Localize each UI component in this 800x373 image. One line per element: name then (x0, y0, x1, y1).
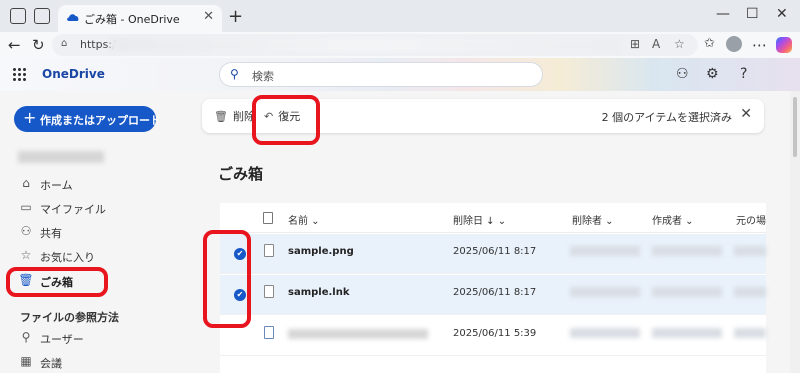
favorites-icon[interactable]: ✩ (704, 36, 715, 51)
column-label: 作成者 (652, 216, 682, 227)
maximize-button[interactable]: ☐ (746, 6, 759, 22)
profile-avatar[interactable] (726, 36, 742, 52)
deleted-date: 2025/06/11 8:17 (453, 246, 537, 257)
browser-tab[interactable]: ごみ箱 - OneDrive ✕ (58, 5, 222, 32)
file-link-icon (264, 285, 274, 298)
sidebar: + 作成またはアップロード ⌂ ホーム ▭ マイファイル ⚇ 共有 ☆ お気に入… (0, 91, 176, 373)
annotation-selection-highlight (203, 230, 251, 328)
sidebar-item-label: マイファイル (40, 203, 106, 216)
column-header-deleted-date[interactable]: 削除日 ↓ ⌄ (453, 212, 506, 227)
search-input[interactable]: ⚲ 検索 (220, 63, 542, 86)
file-name[interactable]: sample.png (288, 246, 354, 257)
app-brand[interactable]: OneDrive (42, 67, 105, 81)
site-info-icon[interactable]: ⌂ (61, 38, 67, 49)
new-tab-button[interactable]: + (228, 6, 243, 27)
sidebar-item-label: 共有 (40, 227, 62, 240)
trash-icon: 🗑 (214, 110, 228, 123)
workspaces-icon[interactable] (10, 8, 26, 24)
url-redacted (110, 38, 620, 52)
account-name-redacted (18, 151, 104, 163)
browser-toolbar: ← ↻ ⌂ https:/ ⊞ A ☆ ✩ ⋯ (0, 32, 800, 58)
column-label: 元の場 (736, 216, 766, 227)
delete-button[interactable]: 🗑 削除 (214, 108, 255, 124)
premium-icon[interactable]: ⚇ (676, 66, 689, 82)
selection-count: 2 個のアイテムを選択済み (601, 111, 732, 124)
created-by-redacted (652, 287, 722, 297)
table-row[interactable]: 2025/06/11 5:39 (220, 316, 766, 356)
table-row[interactable]: ✔ sample.png 2025/06/11 8:17 (220, 234, 766, 274)
deleted-by-redacted (570, 328, 640, 338)
search-placeholder: 検索 (252, 70, 274, 83)
more-menu-icon[interactable]: ⋯ (752, 36, 767, 54)
minimize-button[interactable]: — (716, 6, 730, 22)
file-list: 名前 ⌄ 削除日 ↓ ⌄ 削除者 ⌄ 作成者 ⌄ 元の場 ✔ sample.pn… (220, 203, 766, 373)
home-icon: ⌂ (22, 176, 30, 190)
deleted-by-redacted (570, 246, 640, 256)
create-upload-label: 作成またはアップロード (40, 114, 161, 127)
sidebar-item-label: 会議 (40, 357, 62, 370)
vertical-scrollbar[interactable] (790, 91, 800, 373)
help-icon[interactable]: ? (740, 66, 747, 82)
tab-actions-icon[interactable] (34, 8, 50, 24)
column-header-original-location[interactable]: 元の場 (736, 212, 766, 227)
file-name-redacted (288, 329, 428, 339)
close-window-button[interactable]: ✕ (776, 6, 788, 22)
plus-icon: + (23, 108, 37, 127)
column-label: 名前 (288, 216, 308, 227)
settings-gear-icon[interactable]: ⚙ (706, 66, 719, 82)
refresh-icon[interactable]: ↻ (32, 36, 45, 54)
column-label: 削除者 (572, 216, 602, 227)
app-launcher-icon[interactable] (12, 67, 26, 81)
back-icon[interactable]: ← (8, 36, 21, 54)
star-icon: ☆ (20, 248, 32, 262)
create-upload-button[interactable]: + 作成またはアップロード (14, 106, 161, 132)
section-title: ファイルの参照方法 (20, 311, 119, 324)
location-redacted (734, 246, 766, 256)
search-icon: ⚲ (230, 67, 239, 81)
list-header: 名前 ⌄ 削除日 ↓ ⌄ 削除者 ⌄ 作成者 ⌄ 元の場 (220, 203, 766, 233)
tab-title: ごみ箱 - OneDrive (84, 13, 180, 26)
calendar-icon: ▦ (20, 354, 32, 368)
column-header-deleted-by[interactable]: 削除者 ⌄ (572, 212, 614, 227)
favorite-star-icon[interactable]: ☆ (674, 37, 685, 51)
address-bar[interactable]: ⌂ https:/ ⊞ A ☆ (52, 34, 698, 56)
person-icon: ⚲ (21, 330, 31, 344)
annotation-restore-highlight (252, 95, 320, 145)
deleted-date: 2025/06/11 8:17 (453, 287, 537, 298)
deleted-by-redacted (570, 287, 640, 297)
location-redacted (734, 328, 766, 338)
read-aloud-icon[interactable]: A (652, 37, 660, 51)
annotation-recycle-bin-highlight (6, 267, 108, 297)
scrollbar-thumb[interactable] (793, 97, 797, 157)
people-icon: ⚇ (20, 224, 32, 238)
file-type-header-icon[interactable] (263, 212, 273, 224)
created-by-redacted (652, 246, 722, 256)
file-image-icon (264, 326, 274, 339)
location-redacted (734, 287, 766, 297)
table-row[interactable]: ✔ sample.lnk 2025/06/11 8:17 (220, 275, 766, 315)
app-header: OneDrive ⚲ 検索 ⚇ ⚙ ? (0, 58, 800, 91)
browser-titlebar: ごみ箱 - OneDrive ✕ + — ☐ ✕ (0, 0, 800, 32)
created-by-redacted (652, 328, 722, 338)
column-label: 削除日 (453, 216, 483, 227)
file-name[interactable]: sample.lnk (288, 287, 349, 298)
file-image-icon (264, 244, 274, 257)
sidebar-item-label: ホーム (40, 179, 73, 192)
copilot-icon[interactable] (776, 37, 792, 53)
onedrive-cloud-icon (67, 14, 79, 21)
sidebar-item-label: お気に入り (40, 251, 95, 264)
page-title: ごみ箱 (218, 165, 264, 183)
folder-icon: ▭ (20, 200, 32, 214)
column-header-name[interactable]: 名前 ⌄ (288, 212, 320, 227)
deleted-date: 2025/06/11 5:39 (453, 328, 537, 339)
app-available-icon[interactable]: ⊞ (630, 37, 640, 51)
sidebar-item-label: ユーザー (40, 333, 84, 346)
column-header-created-by[interactable]: 作成者 ⌄ (652, 212, 694, 227)
tab-close-icon[interactable]: ✕ (203, 9, 214, 24)
clear-selection-icon[interactable]: ✕ (740, 106, 752, 122)
